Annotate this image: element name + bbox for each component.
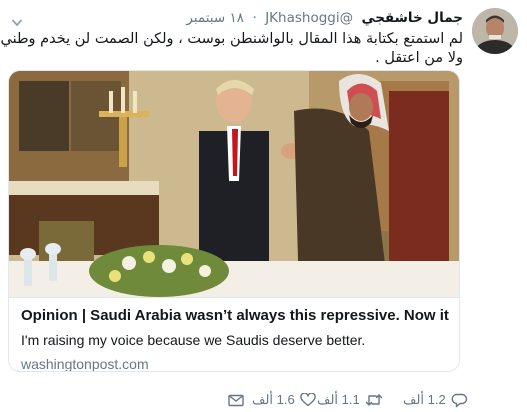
retweet-count: 1.1 ألف [317,392,360,407]
tweet-date[interactable]: ١٨ سبتمبر [186,10,244,26]
like-count: 1.6 ألف [252,392,295,407]
retweet-button[interactable]: 1.1 ألف [317,390,383,410]
card-image[interactable] [9,71,459,297]
card-description: I'm raising my voice because we Saudis d… [21,332,366,348]
link-card[interactable]: Opinion | Saudi Arabia wasn’t always thi… [8,70,460,372]
reply-button[interactable]: 1.2 ألف [403,390,468,410]
tweet-text: لم استمتع بكتابة هذا المقال بالواشنطن بو… [0,30,463,68]
reply-count: 1.2 ألف [403,392,446,407]
card-info[interactable]: Opinion | Saudi Arabia wasn’t always thi… [9,297,459,372]
tweet-header: جمال خاشقجي @JKhashoggi · ١٨ سبتمبر [186,8,463,28]
tweet: جمال خاشقجي @JKhashoggi · ١٨ سبتمبر لم ا… [0,0,527,412]
envelope-icon [228,394,244,407]
card-domain: washingtonpost.com [21,356,149,372]
tweet-text-line: لم استمتع بكتابة هذا المقال بالواشنطن بو… [0,31,463,47]
author-name[interactable]: جمال خاشقجي [362,10,463,26]
heart-icon [300,393,316,407]
retweet-icon [365,393,383,407]
tweet-text-line: ولا من اعتقل . [375,50,463,66]
message-button[interactable] [228,390,244,410]
card-title[interactable]: Opinion | Saudi Arabia wasn’t always thi… [21,306,449,326]
chevron-down-icon[interactable] [12,12,22,27]
like-button[interactable]: 1.6 ألف [252,390,316,410]
avatar[interactable] [472,8,518,54]
avatar-image [472,8,518,54]
header-separator: · [252,10,257,26]
author-handle[interactable]: @JKhashoggi [265,10,353,26]
reply-icon [451,393,468,408]
